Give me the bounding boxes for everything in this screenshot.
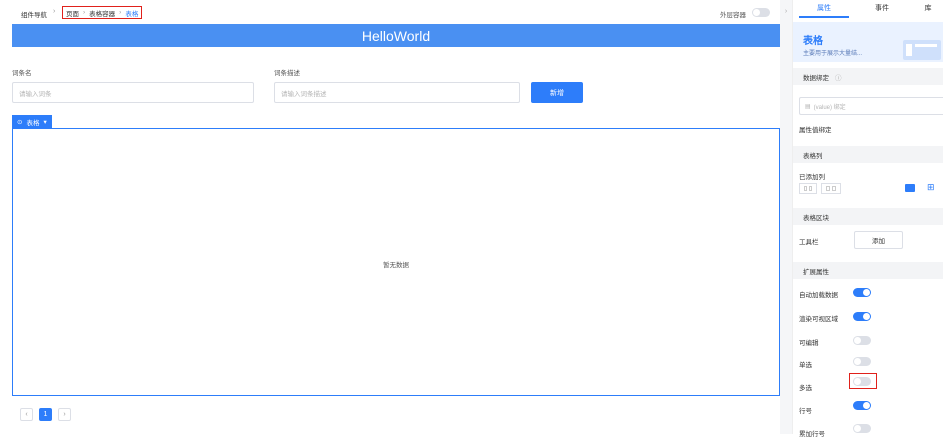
add-button[interactable]: 新增 bbox=[531, 82, 583, 103]
attr-value-binding[interactable]: 属性值绑定 bbox=[799, 124, 832, 134]
field2-label: 词条描述 bbox=[274, 70, 300, 77]
data-binding-title: 数据绑定 bbox=[803, 74, 829, 82]
toolbar-label: 工具栏 bbox=[799, 239, 819, 246]
outer-container-toggle[interactable] bbox=[752, 8, 770, 17]
prop-label: 多选 bbox=[799, 385, 812, 392]
term-desc-input[interactable]: 请输入词条描述 bbox=[274, 82, 520, 103]
table-block-title: 表格区块 bbox=[803, 214, 829, 222]
chevron-right-icon: › bbox=[784, 8, 788, 15]
empty-text: 暂无数据 bbox=[383, 262, 409, 269]
column-settings-icon[interactable] bbox=[905, 184, 915, 192]
card-desc: 主要用于展示大量结... bbox=[803, 51, 863, 57]
help-icon: ⓘ bbox=[835, 74, 842, 82]
table-tag[interactable]: ⊙ 表格 ▾ bbox=[12, 115, 52, 128]
crumb-table-container[interactable]: 表格容器 bbox=[89, 8, 115, 18]
chevron-right-icon: › bbox=[83, 9, 86, 16]
table-tag-label: 表格 bbox=[26, 119, 40, 127]
prev-page-button[interactable]: ‹ bbox=[20, 408, 33, 421]
add-column-icon[interactable]: ⊞ bbox=[927, 182, 935, 193]
prop-toggle-cumulative-row-number[interactable] bbox=[853, 424, 871, 433]
term-desc-placeholder: 请输入词条描述 bbox=[281, 90, 327, 98]
table[interactable]: 暂无数据 bbox=[12, 128, 780, 396]
top-bar: 组件导航 › 页面 › 表格容器 › 表格 外层容器 bbox=[0, 0, 780, 24]
chevron-left-icon: ‹ bbox=[25, 411, 28, 418]
added-columns-label: 已添加列 bbox=[799, 174, 825, 181]
tab-properties[interactable]: 属性 bbox=[799, 3, 849, 18]
section-data-binding: 数据绑定 ⓘ bbox=[793, 68, 943, 85]
toolbar-add-button[interactable]: 添加 bbox=[854, 231, 903, 249]
field1-label: 词条名 bbox=[12, 70, 32, 77]
prop-toggle-editable[interactable] bbox=[853, 336, 871, 345]
breadcrumb: 页面 › 表格容器 › 表格 bbox=[62, 6, 143, 19]
component-card: 表格 主要用于展示大量结... bbox=[793, 22, 943, 62]
ext-props-title: 扩展属性 bbox=[803, 268, 829, 276]
table-illustration-icon bbox=[903, 40, 941, 60]
column-chip[interactable] bbox=[799, 183, 817, 194]
prop-toggle-row-number[interactable] bbox=[853, 401, 871, 410]
prop-label: 单选 bbox=[799, 362, 812, 369]
nav-label[interactable]: 组件导航 bbox=[21, 9, 47, 19]
crumb-page[interactable]: 页面 bbox=[66, 8, 79, 18]
tab-events[interactable]: 事件 bbox=[857, 3, 907, 13]
property-panel: 属性 事件 库 表格 主要用于展示大量结... 数据绑定 ⓘ ▤ (value)… bbox=[792, 0, 943, 438]
prop-label: 自动加载数据 bbox=[799, 292, 838, 299]
prop-label: 渲染可视区域 bbox=[799, 316, 838, 323]
chevron-right-icon: › bbox=[63, 411, 66, 418]
prop-label: 累加行号 bbox=[799, 431, 825, 438]
prop-toggle-multi-select[interactable] bbox=[853, 377, 871, 386]
prop-label: 可编辑 bbox=[799, 340, 819, 347]
term-name-placeholder: 请输入词条 bbox=[19, 90, 52, 98]
banner: HelloWorld bbox=[12, 24, 780, 47]
crumb-table[interactable]: 表格 bbox=[125, 8, 138, 18]
page-button[interactable]: 1 bbox=[39, 408, 52, 421]
panel-collapse-handle[interactable]: › bbox=[780, 0, 792, 434]
prop-label: 行号 bbox=[799, 408, 812, 415]
term-name-input[interactable]: 请输入词条 bbox=[12, 82, 254, 103]
prop-toggle-single-select[interactable] bbox=[853, 357, 871, 366]
value-binding-input[interactable]: ▤ (value) 绑定 bbox=[799, 97, 943, 115]
banner-title: HelloWorld bbox=[361, 27, 431, 44]
table-icon: ⊙ bbox=[17, 118, 23, 126]
caret-down-icon: ▾ bbox=[43, 118, 47, 126]
prop-toggle-auto-load[interactable] bbox=[853, 288, 871, 297]
binding-icon: ▤ bbox=[805, 103, 811, 110]
next-page-button[interactable]: › bbox=[58, 408, 71, 421]
card-title: 表格 bbox=[803, 36, 823, 47]
table-columns-title: 表格列 bbox=[803, 152, 823, 160]
prop-toggle-render-visible[interactable] bbox=[853, 312, 871, 321]
section-table-columns: 表格列 bbox=[793, 146, 943, 163]
section-table-block: 表格区块 bbox=[793, 208, 943, 225]
value-binding-placeholder: (value) 绑定 bbox=[813, 104, 846, 111]
column-chip[interactable] bbox=[821, 183, 841, 194]
outer-container-label: 外层容器 bbox=[720, 12, 746, 19]
chevron-right-icon: › bbox=[53, 8, 56, 15]
section-ext-props: 扩展属性 bbox=[793, 262, 943, 279]
chevron-right-icon: › bbox=[119, 9, 122, 16]
tab-library[interactable]: 库 bbox=[913, 3, 943, 13]
